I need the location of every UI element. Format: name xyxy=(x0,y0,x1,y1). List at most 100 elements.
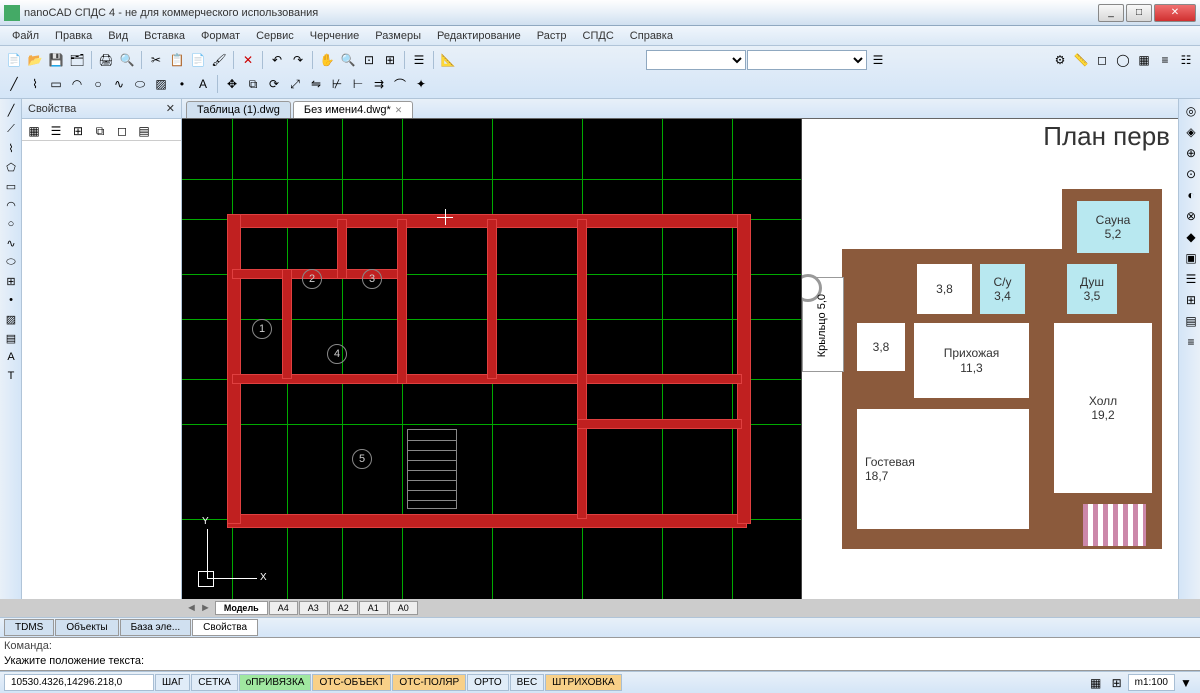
hatch-icon[interactable]: ▨ xyxy=(151,74,171,94)
circle-icon[interactable]: ○ xyxy=(88,74,108,94)
menu-raster[interactable]: Растр xyxy=(529,28,575,44)
mirror-icon[interactable]: ⇋ xyxy=(306,74,326,94)
print-icon[interactable]: 🖨 xyxy=(96,50,116,70)
cad-canvas[interactable]: 1 2 3 4 5 Y X xyxy=(182,119,802,599)
layer-combo[interactable] xyxy=(646,50,746,70)
zoomwin-icon[interactable]: ⊡ xyxy=(359,50,379,70)
file-tab-0[interactable]: Таблица (1).dwg xyxy=(186,101,291,118)
props-btn-6[interactable]: ▤ xyxy=(134,121,154,141)
match-icon[interactable]: 🖌 xyxy=(209,50,229,70)
spds-tool-6[interactable]: ≡ xyxy=(1155,50,1175,70)
properties-icon[interactable]: ☰ xyxy=(409,50,429,70)
point-icon[interactable]: • xyxy=(172,74,192,94)
ellipse-icon[interactable]: ⬭ xyxy=(130,74,150,94)
draw-rect-icon[interactable]: ▭ xyxy=(2,177,20,195)
menu-file[interactable]: Файл xyxy=(4,28,47,44)
undo-icon[interactable]: ↶ xyxy=(267,50,287,70)
line-icon[interactable]: ╱ xyxy=(4,74,24,94)
props-btn-3[interactable]: ⊞ xyxy=(68,121,88,141)
draw-ellipse-icon[interactable]: ⬭ xyxy=(2,253,20,271)
toggle-step[interactable]: ШАГ xyxy=(155,674,190,691)
file-tab-1[interactable]: Без имени4.dwg*✕ xyxy=(293,101,413,118)
props-btn-1[interactable]: ▦ xyxy=(24,121,44,141)
menu-edit[interactable]: Правка xyxy=(47,28,100,44)
color-combo[interactable] xyxy=(747,50,867,70)
rtool-6[interactable]: ⊗ xyxy=(1181,206,1200,226)
menu-format[interactable]: Формат xyxy=(193,28,248,44)
rtool-3[interactable]: ⊕ xyxy=(1181,143,1200,163)
delete-icon[interactable]: ✕ xyxy=(238,50,258,70)
layerprops-icon[interactable]: ☰ xyxy=(868,50,888,70)
props-btn-4[interactable]: ⧉ xyxy=(90,121,110,141)
status-icon-2[interactable]: ⊞ xyxy=(1107,673,1127,693)
rect-icon[interactable]: ▭ xyxy=(46,74,66,94)
spds-tool-7[interactable]: ☷ xyxy=(1176,50,1196,70)
rtool-11[interactable]: ▤ xyxy=(1181,311,1200,331)
status-icon-3[interactable]: ▼ xyxy=(1176,673,1196,693)
draw-circle-icon[interactable]: ○ xyxy=(2,215,20,233)
draw-spline-icon[interactable]: ∿ xyxy=(2,234,20,252)
move-icon[interactable]: ✥ xyxy=(222,74,242,94)
menu-spds[interactable]: СПДС xyxy=(575,28,622,44)
props-btn-2[interactable]: ☰ xyxy=(46,121,66,141)
draw-text-icon[interactable]: A xyxy=(2,348,20,366)
zoomext-icon[interactable]: ⊞ xyxy=(380,50,400,70)
draw-pline-icon[interactable]: ⌇ xyxy=(2,139,20,157)
draw-region-icon[interactable]: ▤ xyxy=(2,329,20,347)
tab-close-icon[interactable]: ✕ xyxy=(395,105,403,116)
maximize-button[interactable]: □ xyxy=(1126,4,1152,22)
arc-icon[interactable]: ◠ xyxy=(67,74,87,94)
reference-canvas[interactable]: План перв Сауна5,2 3,8 С/у3,4 Душ3,5 xyxy=(802,119,1178,599)
menu-view[interactable]: Вид xyxy=(100,28,136,44)
spline-icon[interactable]: ∿ xyxy=(109,74,129,94)
draw-hatch-icon[interactable]: ▨ xyxy=(2,310,20,328)
btab-props[interactable]: Свойства xyxy=(192,619,258,636)
draw-block-icon[interactable]: ⊞ xyxy=(2,272,20,290)
btab-tdms[interactable]: TDMS xyxy=(4,619,54,636)
menu-modify[interactable]: Редактирование xyxy=(429,28,529,44)
paste-icon[interactable]: 📄 xyxy=(188,50,208,70)
rtool-10[interactable]: ⊞ xyxy=(1181,290,1200,310)
layout-tab-a4[interactable]: A4 xyxy=(269,601,298,615)
toggle-ortho[interactable]: ОРТО xyxy=(467,674,508,691)
copy-icon[interactable]: 📋 xyxy=(167,50,187,70)
toggle-grid[interactable]: СЕТКА xyxy=(191,674,238,691)
layout-tab-a1[interactable]: A1 xyxy=(359,601,388,615)
rotate-icon[interactable]: ⟳ xyxy=(264,74,284,94)
rtool-12[interactable]: ≡ xyxy=(1181,332,1200,352)
btab-base[interactable]: База эле... xyxy=(120,619,192,636)
menu-help[interactable]: Справка xyxy=(622,28,681,44)
layout-tab-model[interactable]: Модель xyxy=(215,601,268,615)
explode-icon[interactable]: ✦ xyxy=(411,74,431,94)
rtool-9[interactable]: ☰ xyxy=(1181,269,1200,289)
pline-icon[interactable]: ⌇ xyxy=(25,74,45,94)
close-button[interactable]: ✕ xyxy=(1154,4,1196,22)
menu-draw[interactable]: Черчение xyxy=(302,28,368,44)
preview-icon[interactable]: 🔍 xyxy=(117,50,137,70)
minimize-button[interactable]: _ xyxy=(1098,4,1124,22)
rtool-7[interactable]: ◆ xyxy=(1181,227,1200,247)
saveall-icon[interactable]: 🗂 xyxy=(67,50,87,70)
rtool-4[interactable]: ⊙ xyxy=(1181,164,1200,184)
rtool-2[interactable]: ◈ xyxy=(1181,122,1200,142)
command-area[interactable]: Команда: Укажите положение текста: xyxy=(0,637,1200,671)
layout-tab-a0[interactable]: A0 xyxy=(389,601,418,615)
fillet-icon[interactable]: ⌒ xyxy=(390,74,410,94)
draw-line-icon[interactable]: ╱ xyxy=(2,101,20,119)
menu-service[interactable]: Сервис xyxy=(248,28,302,44)
layout-tab-a3[interactable]: A3 xyxy=(299,601,328,615)
rtool-1[interactable]: ◎ xyxy=(1181,101,1200,121)
offset-icon[interactable]: ⇉ xyxy=(369,74,389,94)
panel-close-icon[interactable]: ✕ xyxy=(166,102,175,115)
spds-tool-2[interactable]: 📏 xyxy=(1071,50,1091,70)
extend-icon[interactable]: ⊢ xyxy=(348,74,368,94)
toggle-lweight[interactable]: ВЕС xyxy=(510,674,545,691)
spds-tool-3[interactable]: ◻ xyxy=(1092,50,1112,70)
status-icon-1[interactable]: ▦ xyxy=(1086,673,1106,693)
text-icon[interactable]: A xyxy=(193,74,213,94)
save-icon[interactable]: 💾 xyxy=(46,50,66,70)
menu-dimensions[interactable]: Размеры xyxy=(367,28,429,44)
draw-xline-icon[interactable]: ⟋ xyxy=(2,120,20,138)
props-btn-5[interactable]: ◻ xyxy=(112,121,132,141)
toggle-hatch[interactable]: ШТРИХОВКА xyxy=(545,674,621,691)
